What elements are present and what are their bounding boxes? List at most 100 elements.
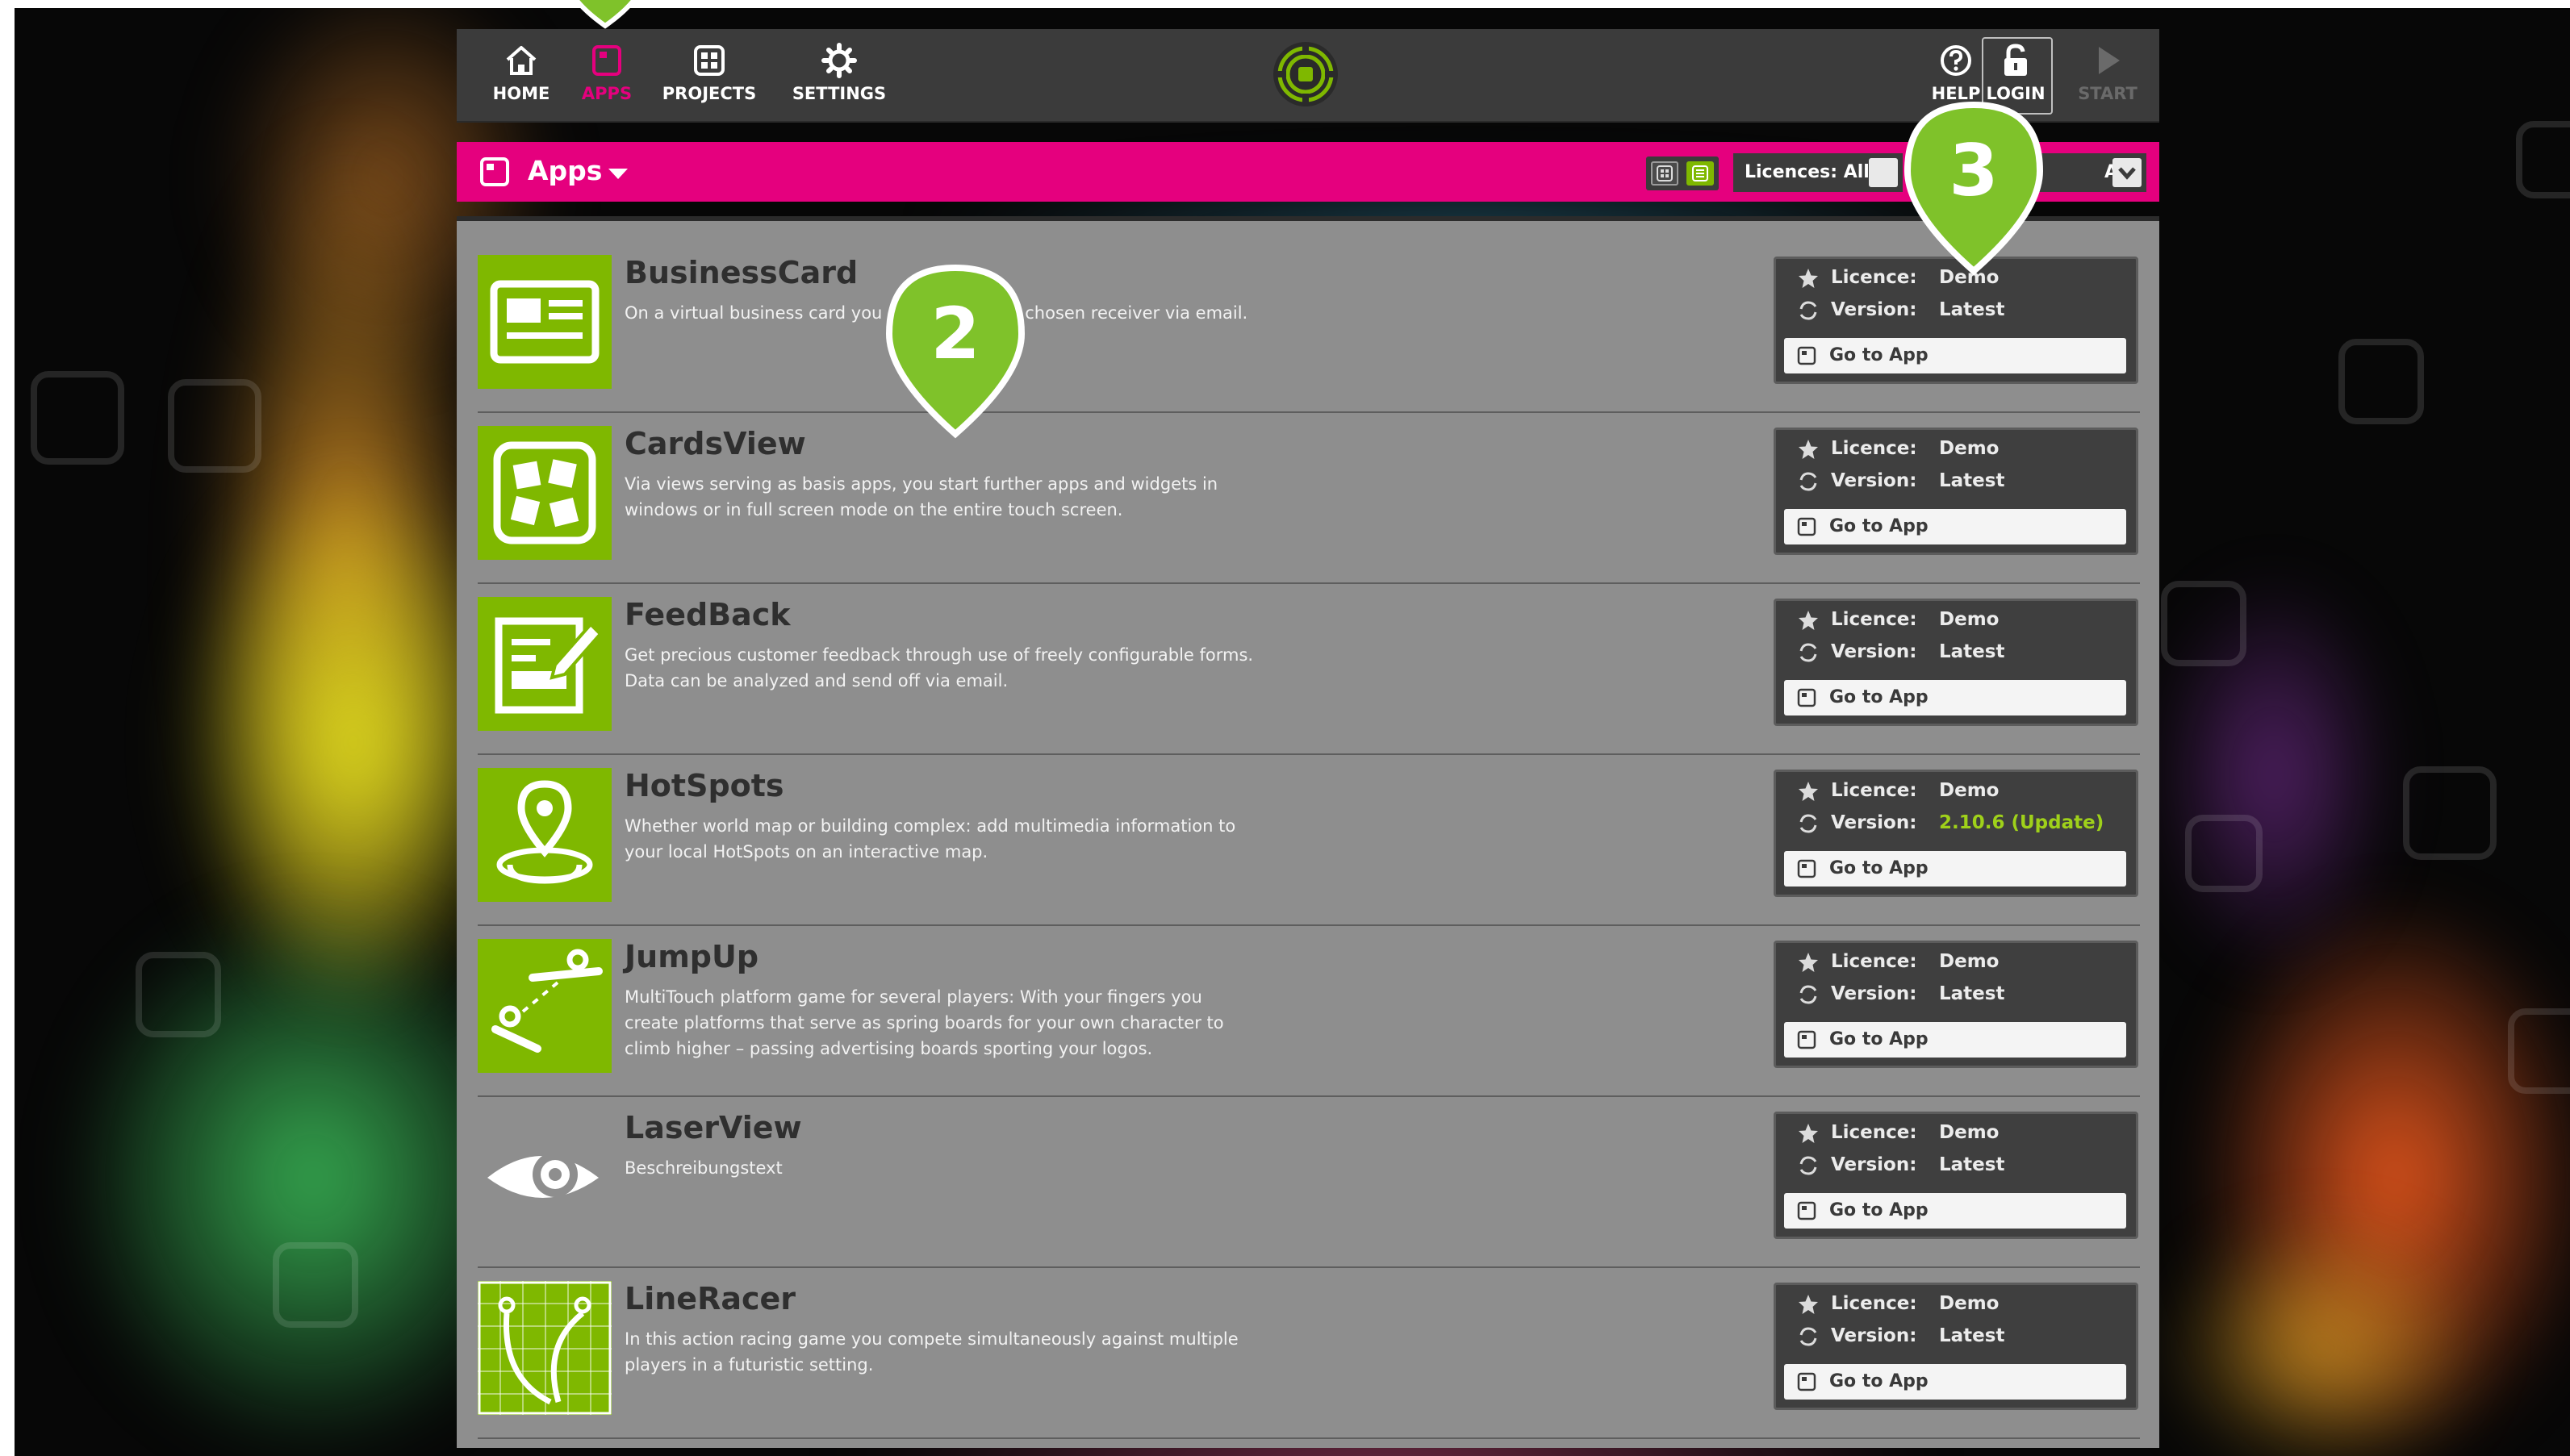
list-item: CardsView Via views serving as basis app…: [478, 411, 2140, 584]
jump-platform-icon[interactable]: [478, 939, 612, 1073]
app-name: LaserView: [625, 1110, 802, 1145]
licences-filter-select[interactable]: Licences: All: [1733, 153, 1903, 192]
eye-icon[interactable]: [478, 1110, 612, 1244]
version-update-link[interactable]: 2.10.6 (Update): [1939, 812, 2104, 833]
play-icon: [2099, 47, 2120, 74]
app-licence-card: Licence: Demo Version: Latest Go to App: [1774, 1283, 2138, 1410]
app-icon: [1797, 859, 1816, 878]
go-to-app-label: Go to App: [1829, 1200, 1929, 1220]
app-description: MultiTouch platform game for several pla…: [625, 987, 1224, 1058]
go-to-app-label: Go to App: [1829, 1029, 1929, 1049]
nav-home[interactable]: HOME: [473, 42, 570, 103]
version-value: Latest: [1939, 641, 2005, 662]
app-description: Via views serving as basis apps, you sta…: [625, 474, 1218, 519]
go-to-app-button[interactable]: Go to App: [1784, 851, 2126, 887]
go-to-app-label: Go to App: [1829, 687, 1929, 707]
nav-projects[interactable]: PROJECTS: [653, 42, 766, 103]
star-icon: [1799, 269, 1818, 288]
app-name: HotSpots: [625, 768, 784, 803]
nav-apps[interactable]: APPS: [558, 42, 655, 103]
app-name: CardsView: [625, 426, 806, 461]
business-card-icon[interactable]: [478, 255, 612, 389]
star-icon: [1799, 782, 1818, 801]
list-icon: [1692, 165, 1708, 181]
refresh-icon: [1799, 472, 1817, 491]
apps-icon: [592, 45, 621, 76]
list-item: JumpUp MultiTouch platform game for seve…: [478, 924, 2140, 1097]
grid-icon: [1657, 165, 1673, 181]
go-to-app-label: Go to App: [1829, 345, 1929, 365]
grid-view-button[interactable]: [1651, 161, 1678, 186]
chevron-down-icon[interactable]: [605, 161, 631, 186]
go-to-app-label: Go to App: [1829, 516, 1929, 536]
star-icon: [1799, 1124, 1818, 1143]
app-icon: [1797, 1030, 1816, 1049]
refresh-icon: [1799, 1327, 1817, 1346]
go-to-app-button[interactable]: Go to App: [1784, 1193, 2126, 1229]
app-description: Whether world map or building complex: a…: [625, 816, 1236, 862]
list-item: LaserView Beschreibungstext Licence: Demo…: [478, 1095, 2140, 1268]
app-icon: [1797, 1372, 1816, 1391]
app-licence-card: Licence: Demo Version: Latest Go to App: [1774, 428, 2138, 555]
chevron-down-icon: [1869, 158, 1898, 187]
app-description: Beschreibungstext: [625, 1158, 783, 1178]
app-icon: [1797, 1201, 1816, 1220]
brand-logo-icon: [1273, 42, 1338, 106]
star-icon: [1799, 440, 1818, 459]
gear-icon: [821, 43, 857, 78]
app-name: FeedBack: [625, 597, 791, 632]
app-description: In this action racing game you compete s…: [625, 1329, 1239, 1375]
version-value: Latest: [1939, 983, 2005, 1004]
nav-settings-label: SETTINGS: [792, 84, 887, 103]
view-mode-toggle: [1646, 156, 1719, 190]
callout-pin-2-icon: 2: [885, 264, 1026, 439]
app-icon: [1797, 688, 1816, 707]
version-value: Latest: [1939, 299, 2005, 320]
version-value: Latest: [1939, 1154, 2005, 1175]
star-icon: [1799, 611, 1818, 630]
licence-value: Demo: [1939, 780, 2000, 801]
list-view-button[interactable]: [1686, 161, 1714, 186]
cards-view-icon[interactable]: [478, 426, 612, 560]
go-to-app-button[interactable]: Go to App: [1784, 1022, 2126, 1058]
callout-pin-3-icon: 3: [1903, 101, 2044, 276]
app-icon: [1797, 346, 1816, 365]
chevron-down-icon: [2112, 158, 2142, 187]
licence-value: Demo: [1939, 951, 2000, 972]
callout-pin-icon: [573, 0, 637, 29]
nav-start[interactable]: START: [2067, 42, 2148, 103]
go-to-app-button[interactable]: Go to App: [1784, 509, 2126, 544]
refresh-icon: [1799, 643, 1817, 662]
callout-number: 3: [1949, 129, 1998, 212]
list-item: LineRacer In this action racing game you…: [478, 1266, 2140, 1439]
app-description: Get precious customer feedback through u…: [625, 645, 1254, 690]
unlock-icon: [2004, 44, 2027, 76]
licence-value: Demo: [1939, 609, 2000, 630]
app-list: BusinessCard On a virtual business card …: [457, 216, 2159, 1448]
refresh-icon: [1799, 301, 1817, 320]
secondary-filter-select[interactable]: All: [2038, 153, 2146, 192]
refresh-icon: [1799, 1156, 1817, 1175]
section-title[interactable]: Apps: [528, 155, 602, 186]
go-to-app-button[interactable]: Go to App: [1784, 1364, 2126, 1400]
list-item: HotSpots Whether world map or building c…: [478, 753, 2140, 926]
app-licence-card: Licence: Demo Version: Latest Go to App: [1774, 1112, 2138, 1239]
version-value: Latest: [1939, 470, 2005, 491]
feedback-form-icon[interactable]: [478, 597, 612, 731]
go-to-app-button[interactable]: Go to App: [1784, 680, 2126, 715]
licences-filter-value: Licences: All: [1745, 162, 1870, 182]
star-icon: [1799, 1295, 1818, 1314]
race-track-icon[interactable]: [478, 1281, 612, 1415]
app-name: LineRacer: [625, 1281, 796, 1316]
app-name: BusinessCard: [625, 255, 859, 290]
window-left-edge: [0, 0, 15, 1456]
app-icon: [1797, 517, 1816, 536]
list-item: FeedBack Get precious customer feedback …: [478, 582, 2140, 755]
go-to-app-button[interactable]: Go to App: [1784, 338, 2126, 373]
projects-icon: [694, 45, 725, 76]
nav-settings[interactable]: SETTINGS: [783, 42, 896, 103]
refresh-icon: [1799, 814, 1817, 833]
map-pin-icon[interactable]: [478, 768, 612, 902]
licence-value: Demo: [1939, 1122, 2000, 1143]
nav-login[interactable]: LOGIN: [1975, 42, 2056, 103]
